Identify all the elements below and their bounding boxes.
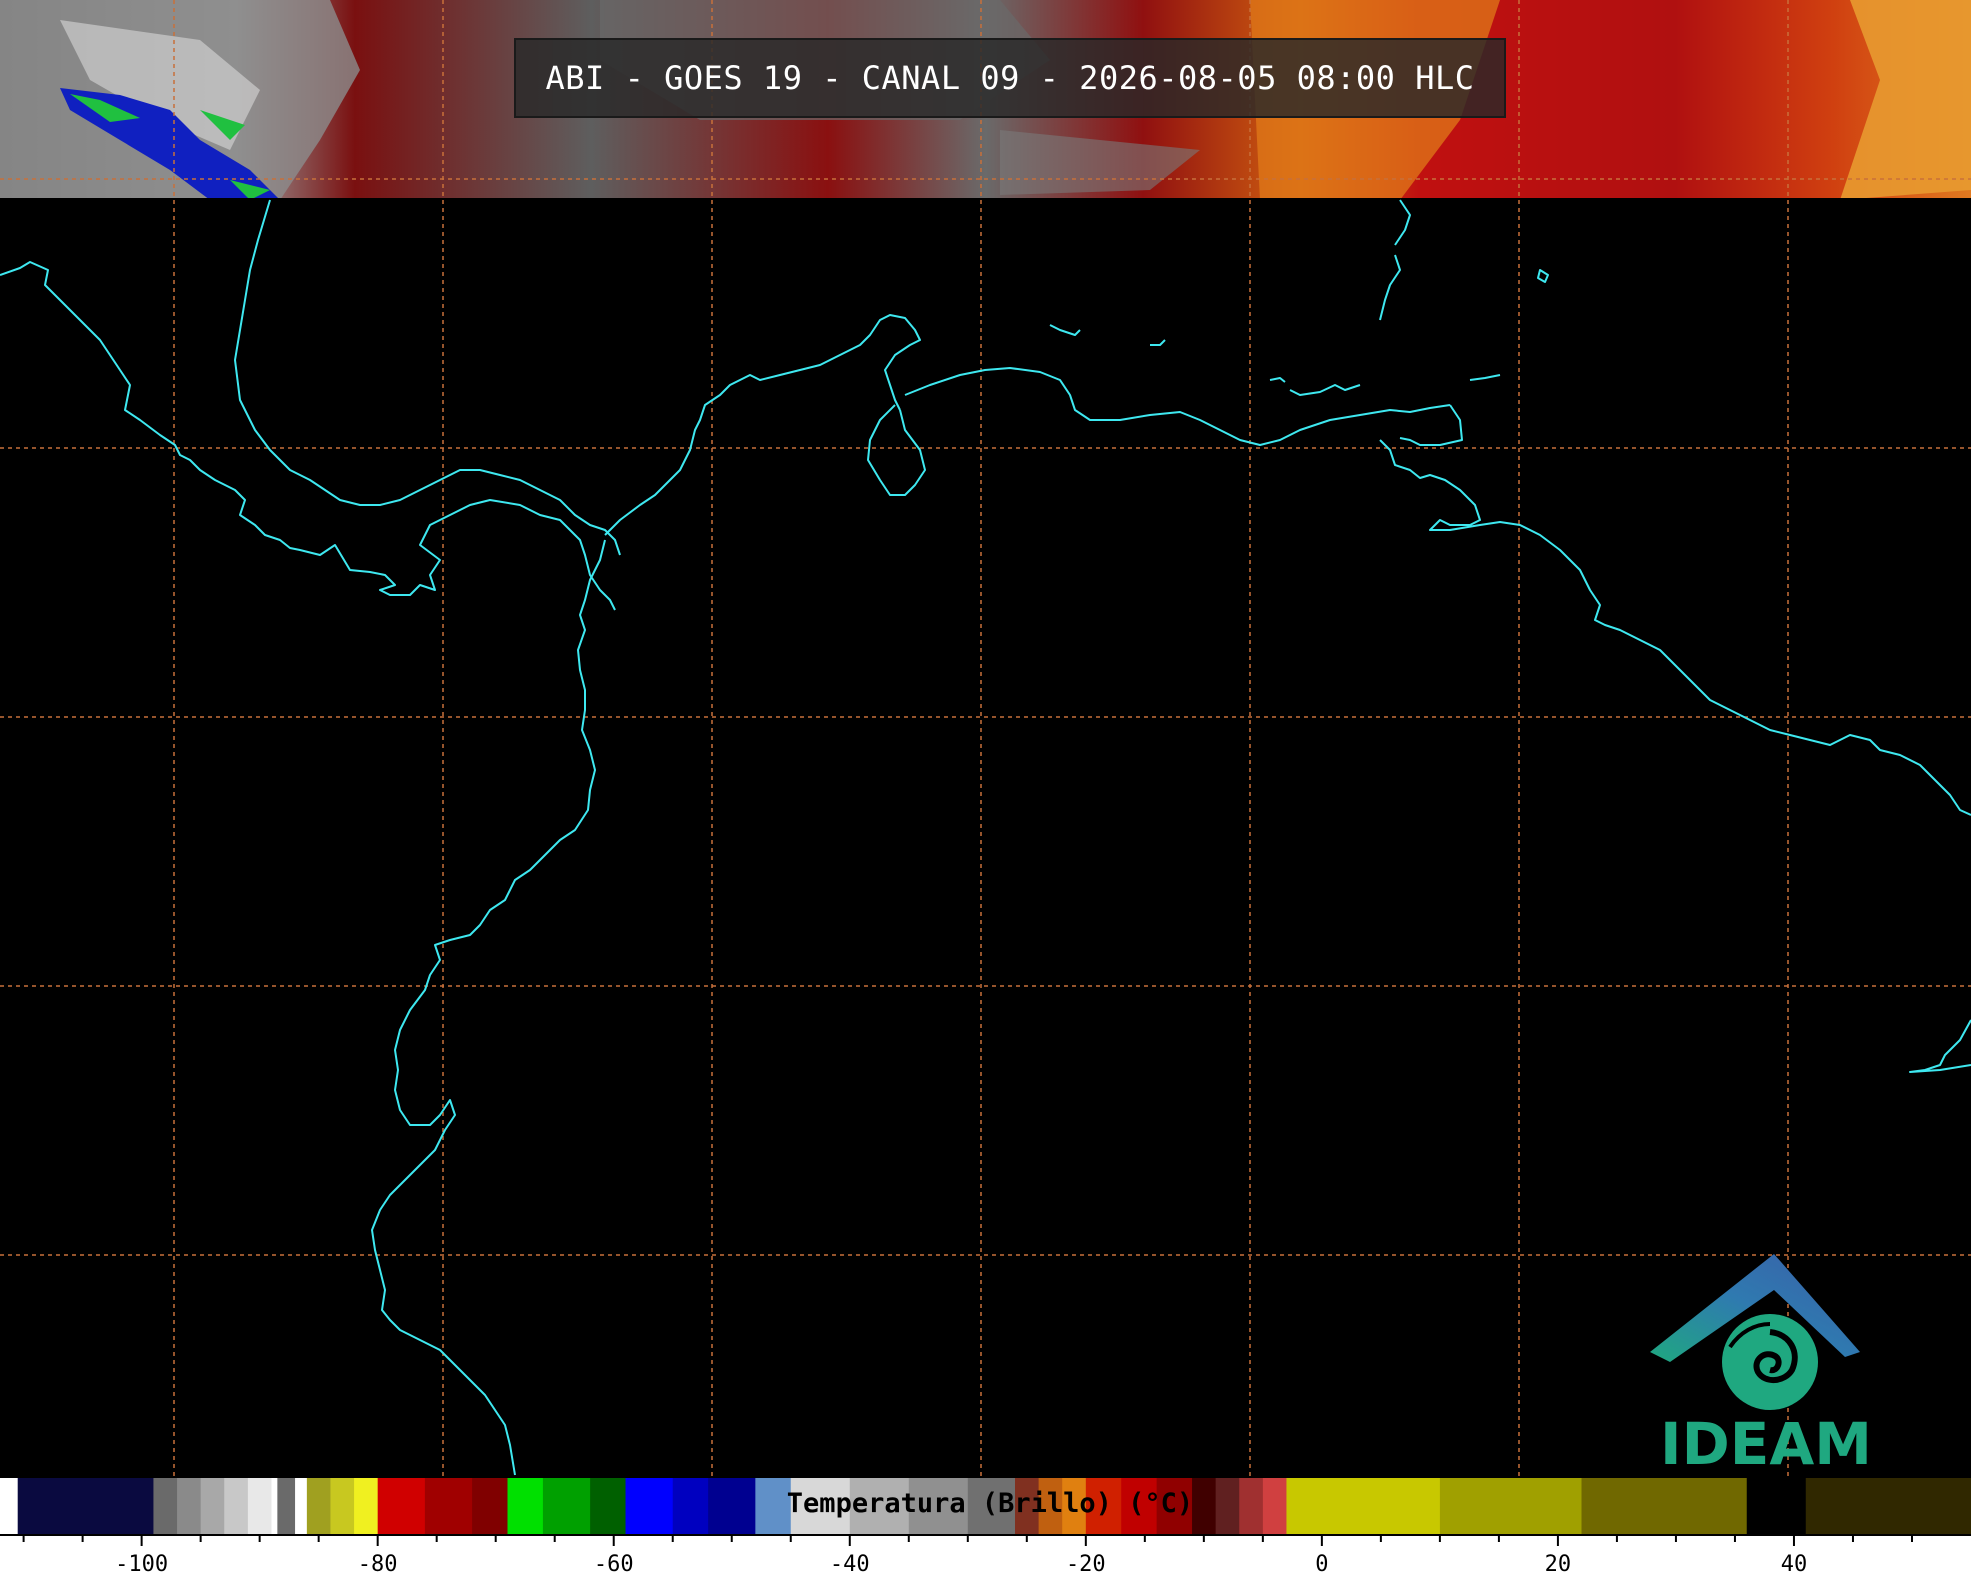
colorbar-segment xyxy=(1286,1478,1441,1534)
colorbar-segment xyxy=(153,1478,178,1534)
colorbar-segment xyxy=(17,1478,154,1534)
colorbar-segment xyxy=(354,1478,379,1534)
colorbar-ticks: -100 -80 -60 -40 -20 0 20 40 xyxy=(0,1534,1971,1577)
colorbar-tick-label: 20 xyxy=(1545,1552,1572,1577)
colorbar-segment xyxy=(590,1478,627,1534)
colorbar-tick-label: 0 xyxy=(1315,1552,1328,1577)
colorbar-segment xyxy=(247,1478,272,1534)
colorbar-segment xyxy=(472,1478,509,1534)
colorbar-segment xyxy=(708,1478,756,1534)
colorbar-tick-label: -60 xyxy=(594,1552,634,1577)
colorbar-tick-label: -20 xyxy=(1066,1552,1106,1577)
colorbar-segment xyxy=(377,1478,426,1534)
colorbar-segment xyxy=(1239,1478,1264,1534)
colorbar-segment xyxy=(1262,1478,1287,1534)
colorbar-tick-label: 40 xyxy=(1781,1552,1808,1577)
colorbar-segment xyxy=(1581,1478,1748,1534)
colorbar-segment xyxy=(625,1478,674,1534)
colorbar-segment xyxy=(224,1478,249,1534)
map-title: ABI - GOES 19 - CANAL 09 - 2026-08-05 08… xyxy=(514,38,1506,118)
colorbar-segment xyxy=(507,1478,544,1534)
colorbar-segment xyxy=(1439,1478,1583,1534)
colorbar-segment xyxy=(295,1478,308,1534)
colorbar-segment xyxy=(306,1478,331,1534)
colorbar-tick-label: -40 xyxy=(830,1552,870,1577)
colorbar-segment xyxy=(200,1478,225,1534)
colorbar-segment xyxy=(1805,1478,1971,1534)
colorbar-segment xyxy=(672,1478,709,1534)
colorbar-segment xyxy=(277,1478,296,1534)
colorbar-segment xyxy=(542,1478,591,1534)
ideam-logo-text: IDEAM xyxy=(1660,1410,1872,1478)
colorbar-segment xyxy=(177,1478,202,1534)
colorbar-tick-label: -80 xyxy=(358,1552,398,1577)
colorbar-segment xyxy=(330,1478,355,1534)
colorbar-label: Temperatura (Brillo) (°C) xyxy=(786,1488,1194,1519)
colorbar-segment xyxy=(0,1478,19,1534)
colorbar-segment xyxy=(424,1478,473,1534)
colorbar-tick-label: -100 xyxy=(115,1552,168,1577)
colorbar-segment xyxy=(1746,1478,1807,1534)
colorbar-segment xyxy=(271,1478,278,1534)
